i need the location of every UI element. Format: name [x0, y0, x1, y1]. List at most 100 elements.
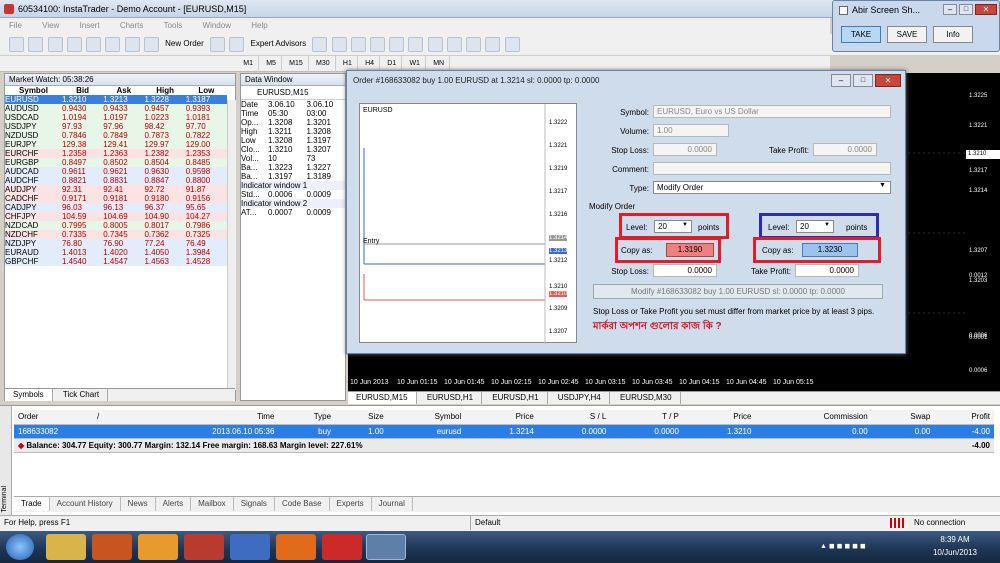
timeframe-m5[interactable]: M5: [261, 56, 282, 72]
terminal-header[interactable]: Size: [335, 410, 388, 425]
terminal-tab[interactable]: News: [121, 497, 156, 511]
timeframe-m15[interactable]: M15: [284, 56, 309, 72]
periods-icon[interactable]: [485, 37, 501, 52]
terminal-header[interactable]: Commission: [755, 410, 872, 425]
indicators-icon[interactable]: [466, 37, 482, 52]
profiles-icon[interactable]: [28, 37, 44, 52]
menu-file[interactable]: File: [0, 18, 31, 34]
market-watch-row[interactable]: CADJPY 96.03 96.13 96.37 95.65: [5, 203, 227, 212]
mw-header-high[interactable]: High: [144, 86, 185, 95]
data-window-icon[interactable]: [86, 37, 102, 52]
terminal-header[interactable]: /: [92, 410, 122, 425]
market-watch-row[interactable]: NZDUSD 0.7846 0.7849 0.7873 0.7822: [5, 131, 227, 140]
line-chart-icon[interactable]: [350, 37, 366, 52]
new-order-button[interactable]: New Order: [162, 34, 207, 54]
market-watch-row[interactable]: GBPCHF 1.4540 1.4547 1.4563 1.4528: [5, 257, 227, 266]
bar-chart-icon[interactable]: [312, 37, 328, 52]
market-watch-icon[interactable]: [47, 37, 63, 52]
screenshot-app-task-icon[interactable]: [366, 534, 406, 560]
chart-tab-5[interactable]: EURUSD,M30: [612, 392, 681, 404]
market-watch-row[interactable]: EURGBP 0.8497 0.8502 0.8504 0.8485: [5, 158, 227, 167]
instatrader-icon[interactable]: [322, 534, 362, 560]
metaeditor-icon[interactable]: [210, 37, 226, 52]
mw-header-low[interactable]: Low: [186, 86, 227, 95]
terminal-header[interactable]: Type: [278, 410, 336, 425]
navigator-icon[interactable]: [66, 37, 82, 52]
terminal-header[interactable]: Time: [121, 410, 279, 425]
tp-copy-button[interactable]: 1.3230: [802, 243, 858, 257]
terminal-tab[interactable]: Alerts: [156, 497, 192, 511]
close-icon[interactable]: ✕: [975, 4, 997, 15]
market-watch-row[interactable]: USDJPY 97.93 97.96 98.42 97.70: [5, 122, 227, 131]
menu-window[interactable]: Window: [194, 18, 240, 34]
mw-header-ask[interactable]: Ask: [103, 86, 144, 95]
terminal-header[interactable]: Profit: [934, 410, 994, 425]
maximize-icon[interactable]: □: [959, 4, 973, 15]
market-watch-row[interactable]: CADCHF 0.9171 0.9181 0.9180 0.9156: [5, 194, 227, 203]
tp-level-dropdown-icon[interactable]: ▼: [824, 222, 830, 228]
market-watch-row[interactable]: EURUSD 1.3210 1.3213 1.3228 1.3187: [5, 95, 227, 104]
menu-insert[interactable]: Insert: [71, 18, 109, 34]
dialog-maximize-icon[interactable]: □: [853, 74, 873, 87]
terminal-header[interactable]: Price: [682, 410, 756, 425]
market-watch-row[interactable]: NZDCAD 0.7995 0.8005 0.8017 0.7986: [5, 221, 227, 230]
candle-chart-icon[interactable]: [331, 37, 347, 52]
tab-tick-chart[interactable]: Tick Chart: [55, 389, 109, 401]
terminal-header[interactable]: Price: [465, 410, 538, 425]
menu-view[interactable]: View: [33, 18, 68, 34]
terminal-tab[interactable]: Code Base: [275, 497, 330, 511]
market-watch-row[interactable]: CHFJPY 104.59 104.69 104.90 104.27: [5, 212, 227, 221]
stop-loss-input[interactable]: 0.0000: [653, 143, 717, 156]
chart-tab-2[interactable]: EURUSD,H1: [419, 392, 483, 404]
sl-copy-button[interactable]: 1.3190: [666, 243, 714, 257]
market-watch-row[interactable]: EURJPY 129.38 129.41 129.97 129.00: [5, 140, 227, 149]
minimize-icon[interactable]: –: [943, 4, 957, 15]
take-button[interactable]: TAKE: [841, 26, 881, 43]
chart-tab-3[interactable]: EURUSD,H1: [484, 392, 548, 404]
terminal-header[interactable]: Symbol: [387, 410, 466, 425]
terminal-header[interactable]: T / P: [610, 410, 683, 425]
chart-tab-1[interactable]: EURUSD,M15: [348, 392, 417, 404]
new-order-icon[interactable]: [143, 37, 159, 52]
volume-select[interactable]: 1.00: [653, 124, 729, 137]
market-watch-row[interactable]: AUDUSD 0.9430 0.9433 0.9457 0.9393: [5, 104, 227, 113]
comment-input[interactable]: [653, 162, 891, 175]
terminal-header[interactable]: Order: [14, 410, 93, 425]
mw-scrollbar[interactable]: [227, 100, 236, 390]
terminal-header[interactable]: S / L: [537, 410, 611, 425]
app-icon-q[interactable]: [230, 534, 270, 560]
market-watch-row[interactable]: AUDCHF 0.8821 0.8831 0.8847 0.8800: [5, 176, 227, 185]
terminal-tab[interactable]: Trade: [14, 497, 50, 511]
terminal-icon[interactable]: [105, 37, 121, 52]
terminal-tab[interactable]: Experts: [330, 497, 372, 511]
expert-advisors-icon[interactable]: [229, 37, 245, 52]
start-button-icon[interactable]: [6, 534, 34, 560]
take-profit-input[interactable]: 0.0000: [813, 143, 877, 156]
menu-charts[interactable]: Charts: [111, 18, 153, 34]
terminal-tab[interactable]: Signals: [234, 497, 275, 511]
chart-tab-4[interactable]: USDJPY,H4: [550, 392, 610, 404]
terminal-tab[interactable]: Mailbox: [191, 497, 234, 511]
mw-header-symbol[interactable]: Symbol: [5, 86, 62, 95]
timeframe-m1[interactable]: M1: [238, 56, 259, 72]
media-player-icon[interactable]: [92, 534, 132, 560]
expert-advisors-button[interactable]: Expert Advisors: [248, 34, 310, 54]
chart-shift-icon[interactable]: [446, 37, 462, 52]
order-row[interactable]: 168633082 2013.06.10 05:36 buy 1.00 eurusd 1.…: [14, 424, 994, 439]
new-chart-icon[interactable]: [9, 37, 25, 52]
app-icon-4[interactable]: [184, 534, 224, 560]
tab-symbols[interactable]: Symbols: [5, 389, 53, 401]
menu-tools[interactable]: Tools: [155, 18, 192, 34]
firefox-icon[interactable]: [276, 534, 316, 560]
tile-windows-icon[interactable]: [408, 37, 424, 52]
market-watch-row[interactable]: AUDJPY 92.31 92.41 92.72 91.87: [5, 185, 227, 194]
terminal-header[interactable]: Swap: [871, 410, 935, 425]
auto-scroll-icon[interactable]: [427, 37, 443, 52]
type-dropdown-icon[interactable]: ▼: [879, 182, 886, 189]
market-watch-row[interactable]: NZDJPY 76.80 76.90 77.24 76.49: [5, 239, 227, 248]
app-icon-3[interactable]: [138, 534, 178, 560]
modify-button[interactable]: Modify #168633082 buy 1.00 EURUSD sl: 0.…: [593, 284, 883, 299]
take-profit-2-input[interactable]: 0.0000: [795, 264, 859, 277]
market-watch-row[interactable]: AUDCAD 0.9611 0.9621 0.9630 0.9598: [5, 167, 227, 176]
zoom-in-icon[interactable]: [370, 37, 386, 52]
